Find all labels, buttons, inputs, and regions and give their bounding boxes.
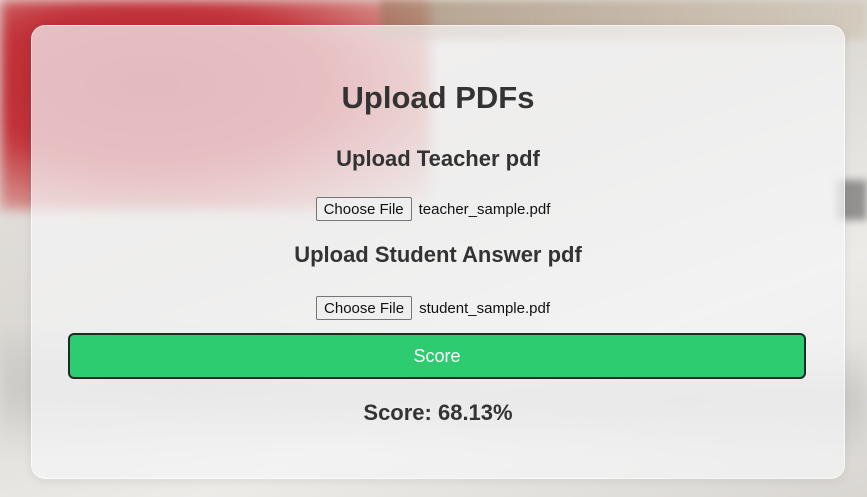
student-upload-heading: Upload Student Answer pdf <box>294 242 582 267</box>
teacher-file-name: teacher_sample.pdf <box>418 200 551 218</box>
student-file-name: student_sample.pdf <box>419 299 550 317</box>
page-title: Upload PDFs <box>341 80 535 115</box>
teacher-choose-file-button[interactable]: Choose File <box>315 197 412 221</box>
teacher-file-input[interactable]: Choose File teacher_sample.pdf <box>32 197 844 221</box>
upload-card: Upload PDFs Upload Teacher pdf Choose Fi… <box>31 25 845 479</box>
score-result: Score: 68.13% <box>363 400 513 425</box>
student-file-input[interactable]: Choose File student_sample.pdf <box>32 296 844 320</box>
teacher-upload-heading: Upload Teacher pdf <box>336 146 540 171</box>
student-choose-file-button[interactable]: Choose File <box>316 296 413 320</box>
score-button[interactable]: Score <box>68 333 806 379</box>
